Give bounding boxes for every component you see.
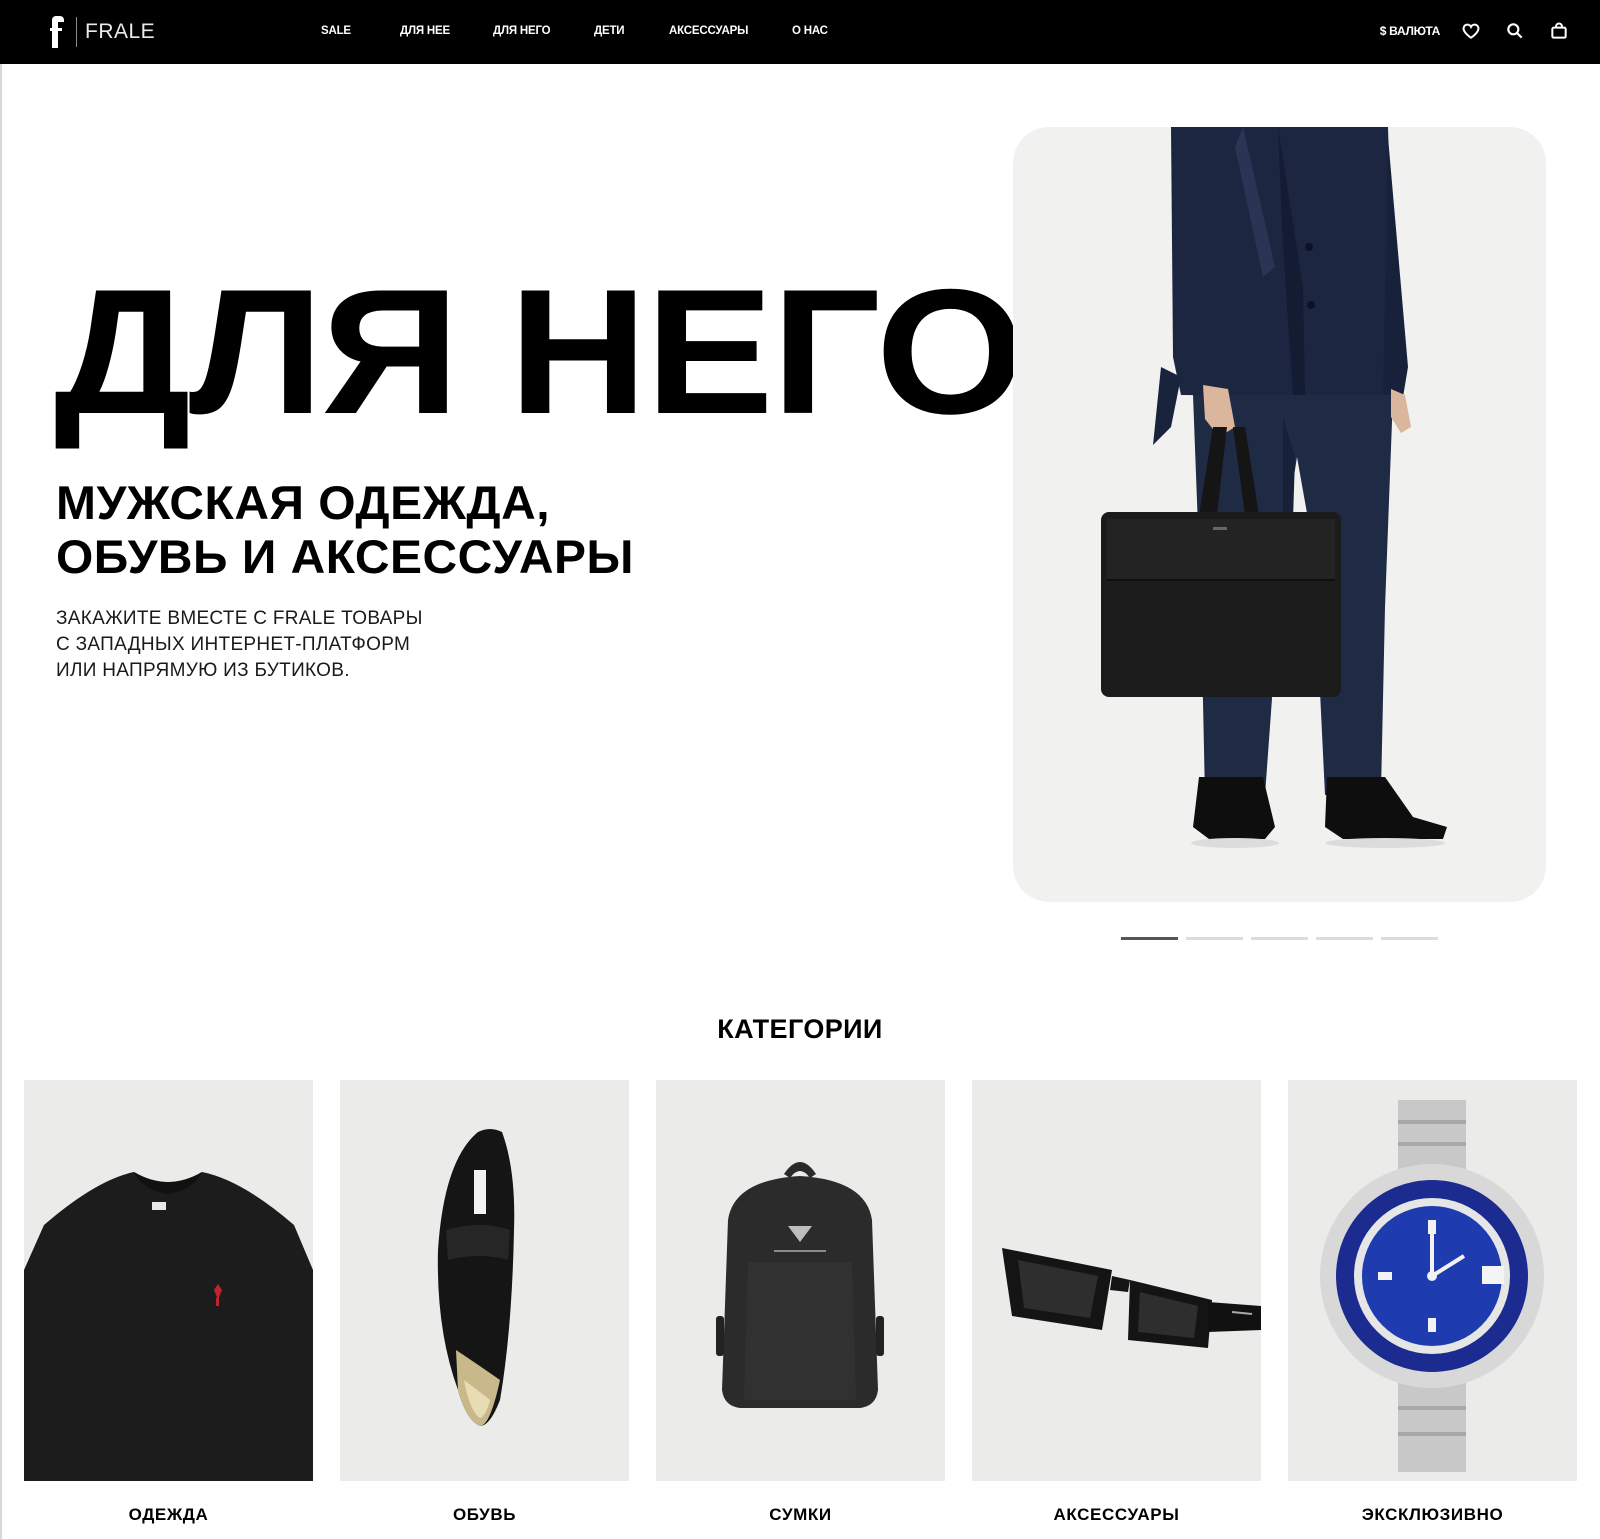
category-card-exclusive[interactable] <box>1288 1080 1577 1481</box>
category-label-bags[interactable]: СУМКИ <box>656 1505 945 1525</box>
heart-icon[interactable] <box>1458 18 1484 44</box>
hero-subtitle-line-2: ОБУВЬ И АКСЕССУАРЫ <box>56 530 634 583</box>
slider-dot-4[interactable] <box>1316 937 1373 940</box>
header-utilities: $ ВАЛЮТА <box>1380 16 1572 46</box>
search-icon[interactable] <box>1502 18 1528 44</box>
hero-description-line-3: ИЛИ НАПРЯМУЮ ИЗ БУТИКОВ. <box>56 660 350 681</box>
nav-for-her[interactable]: ДЛЯ НЕЕ <box>400 20 450 42</box>
nav-kids[interactable]: ДЕТИ <box>594 20 625 42</box>
hero-description-line-2: С ЗАПАДНЫХ ИНТЕРНЕТ-ПЛАТФОРМ <box>56 634 411 655</box>
category-card-bags[interactable] <box>656 1080 945 1481</box>
nav-for-him[interactable]: ДЛЯ НЕГО <box>493 20 551 42</box>
category-label-accessories[interactable]: АКСЕССУАРЫ <box>972 1505 1261 1525</box>
category-card-accessories[interactable] <box>972 1080 1261 1481</box>
category-card-shoes[interactable] <box>340 1080 629 1481</box>
logo-mark-icon <box>50 16 66 48</box>
currency-selector[interactable]: $ ВАЛЮТА <box>1380 24 1441 38</box>
slider-dot-3[interactable] <box>1251 937 1308 940</box>
shoe-image <box>437 1129 515 1426</box>
nav-accessories[interactable]: АКСЕССУАРЫ <box>669 20 748 42</box>
frale-logo[interactable]: FRALE <box>50 12 155 52</box>
bag-icon[interactable] <box>1546 18 1572 44</box>
watch-image <box>1320 1100 1544 1472</box>
hero-description: ЗАКАЖИТЕ ВМЕСТЕ С FRALE ТОВАРЫ С ЗАПАДНЫ… <box>56 606 423 684</box>
slider-dot-1[interactable] <box>1121 937 1178 940</box>
categories-heading: КАТЕГОРИИ <box>717 1014 883 1044</box>
category-label-exclusive[interactable]: ЭКСКЛЮЗИВНО <box>1288 1505 1577 1525</box>
logo-text: FRALE <box>85 20 156 43</box>
hero-title: ДЛЯ НЕГО <box>54 252 1025 451</box>
hero-description-line-1: ЗАКАЖИТЕ ВМЕСТЕ С FRALE ТОВАРЫ <box>56 608 423 629</box>
hero-suit-bag-illustration <box>1101 127 1447 848</box>
page-edge-line <box>0 64 2 1539</box>
backpack-image <box>716 1162 884 1408</box>
hero-subtitle: МУЖСКАЯ ОДЕЖДА, ОБУВЬ И АКСЕССУАРЫ <box>56 476 634 584</box>
hero-subtitle-line-1: МУЖСКАЯ ОДЕЖДА, <box>56 476 551 529</box>
sunglasses-image <box>1002 1248 1261 1348</box>
slider-dot-5[interactable] <box>1381 937 1438 940</box>
logo-divider <box>76 17 77 47</box>
category-label-clothing[interactable]: ОДЕЖДА <box>24 1505 313 1525</box>
top-navigation-bar: FRALE SALE ДЛЯ НЕЕ ДЛЯ НЕГО ДЕТИ АКСЕССУ… <box>0 0 1600 64</box>
category-label-shoes[interactable]: ОБУВЬ <box>340 1505 629 1525</box>
hero-slider-dots <box>1121 937 1438 940</box>
nav-about[interactable]: О НАС <box>792 20 828 42</box>
nav-sale[interactable]: SALE <box>321 20 351 42</box>
hero-image-card[interactable] <box>1013 127 1546 902</box>
category-card-clothing[interactable] <box>24 1080 313 1481</box>
slider-dot-2[interactable] <box>1186 937 1243 940</box>
sweater-image <box>24 1172 313 1481</box>
